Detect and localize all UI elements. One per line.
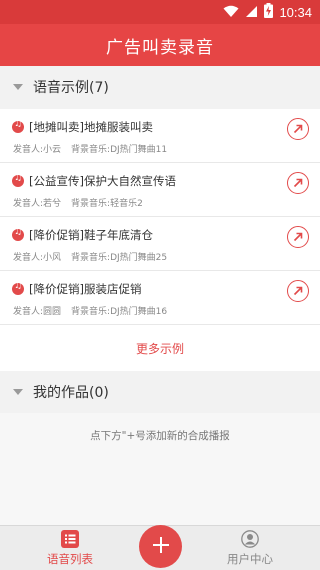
- battery-charging-icon: [264, 3, 274, 22]
- status-bar: 10:34: [0, 0, 320, 24]
- plus-icon: [152, 536, 170, 558]
- item-meta: 发音人:小云 背景音乐:DJ热门舞曲11: [13, 142, 167, 155]
- user-icon: [241, 530, 259, 548]
- item-speaker: 发音人:圆圆: [13, 307, 62, 317]
- music-note-icon: [12, 173, 24, 187]
- item-title: [地摊叫卖]地摊服装叫卖: [29, 120, 153, 134]
- tab-user-center-label: 用户中心: [227, 552, 273, 566]
- works-section-header[interactable]: 我的作品(0): [0, 371, 320, 413]
- item-meta: 发音人:若兮 背景音乐:轻音乐2: [13, 196, 143, 209]
- list-item[interactable]: [降价促销]鞋子年底清仓 发音人:小风背景音乐:DJ热门舞曲25: [0, 217, 320, 271]
- item-title: [降价促销]鞋子年底清仓: [29, 228, 153, 242]
- status-time: 10:34: [279, 5, 312, 20]
- add-button[interactable]: [139, 525, 182, 568]
- list-item[interactable]: [公益宣传]保护大自然宣传语 发音人:若兮背景音乐:轻音乐2: [0, 163, 320, 217]
- music-note-icon: [12, 227, 24, 241]
- open-arrow-icon[interactable]: [287, 172, 309, 194]
- open-arrow-icon[interactable]: [287, 226, 309, 248]
- item-title: [降价促销]服装店促销: [29, 282, 142, 296]
- music-note-icon: [12, 119, 24, 133]
- tab-voice-list[interactable]: 语音列表: [25, 526, 115, 570]
- item-speaker: 发音人:若兮: [13, 199, 62, 209]
- item-meta: 发音人:小风 背景音乐:DJ热门舞曲25: [13, 250, 167, 263]
- signal-icon: [245, 3, 258, 22]
- tab-voice-list-label: 语音列表: [47, 552, 93, 566]
- works-area: 点下方"+号添加新的合成播报: [0, 413, 320, 525]
- item-music: 背景音乐:DJ热门舞曲11: [71, 145, 168, 155]
- list-item[interactable]: [地摊叫卖]地摊服装叫卖 发音人:小云背景音乐:DJ热门舞曲11: [0, 109, 320, 163]
- item-speaker: 发音人:小云: [13, 145, 62, 155]
- app-title: 广告叫卖录音: [106, 37, 214, 58]
- item-music: 背景音乐:轻音乐2: [71, 199, 143, 209]
- item-speaker: 发音人:小风: [13, 253, 62, 263]
- more-examples-label: 更多示例: [135, 341, 184, 356]
- examples-section-header[interactable]: 语音示例(7): [0, 66, 320, 108]
- collapse-arrow-icon: [13, 84, 23, 90]
- app-bar: 广告叫卖录音: [0, 24, 320, 66]
- open-arrow-icon[interactable]: [287, 280, 309, 302]
- list-item[interactable]: [降价促销]服装店促销 发音人:圆圆背景音乐:DJ热门舞曲16: [0, 271, 320, 325]
- example-list: [地摊叫卖]地摊服装叫卖 发音人:小云背景音乐:DJ热门舞曲11 [公益宣传]保…: [0, 109, 320, 325]
- list-icon: [61, 530, 79, 548]
- works-section-title: 我的作品(0): [33, 385, 109, 401]
- tab-user-center[interactable]: 用户中心: [205, 526, 295, 570]
- item-music: 背景音乐:DJ热门舞曲16: [71, 307, 168, 317]
- works-empty-hint: 点下方"+号添加新的合成播报: [90, 430, 230, 442]
- examples-section-title: 语音示例(7): [33, 80, 109, 96]
- item-music: 背景音乐:DJ热门舞曲25: [71, 253, 168, 263]
- status-icons: 10:34: [223, 3, 312, 22]
- wifi-icon: [223, 3, 239, 22]
- collapse-arrow-icon: [13, 389, 23, 395]
- item-title: [公益宣传]保护大自然宣传语: [29, 174, 176, 188]
- more-examples-link[interactable]: 更多示例: [0, 325, 320, 371]
- open-arrow-icon[interactable]: [287, 118, 309, 140]
- item-meta: 发音人:圆圆 背景音乐:DJ热门舞曲16: [13, 304, 167, 317]
- music-note-icon: [12, 281, 24, 295]
